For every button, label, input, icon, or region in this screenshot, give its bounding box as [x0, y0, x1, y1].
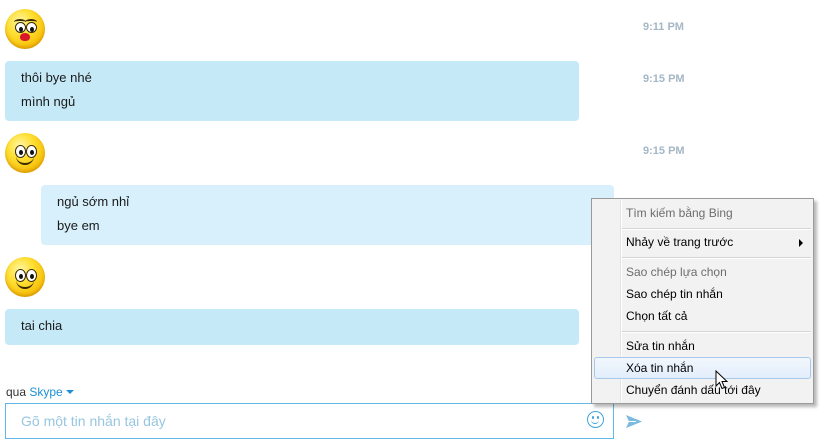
menu-separator: [622, 228, 811, 230]
menu-item-go-back[interactable]: Nhảy về trang trước: [594, 231, 811, 253]
menu-item-delete-message[interactable]: Xóa tin nhắn: [594, 357, 811, 379]
service-dropdown[interactable]: Skype: [29, 385, 74, 399]
via-prefix: qua: [6, 385, 27, 399]
message-line: mình ngủ: [21, 94, 76, 109]
mouse-cursor-icon: [715, 370, 729, 390]
menu-separator: [622, 331, 811, 333]
message-line: ngủ sớm nhỉ: [57, 194, 130, 209]
chevron-right-icon: [799, 239, 803, 247]
message-line: bye em: [57, 218, 100, 233]
via-service-selector: qua Skype: [6, 385, 74, 399]
message-timestamp: 9:15 PM: [643, 145, 685, 157]
menu-separator: [622, 257, 811, 259]
service-name: Skype: [29, 385, 63, 399]
message-bubble[interactable]: ngủ sớm nhỉ bye em: [41, 185, 614, 245]
menu-item-copy-selection[interactable]: Sao chép lựa chọn: [594, 261, 811, 283]
menu-item-move-marker[interactable]: Chuyển đánh dấu tới đây: [594, 379, 811, 401]
send-icon[interactable]: [625, 414, 643, 429]
chevron-down-icon: [65, 390, 74, 394]
message-bubble[interactable]: tai chia: [5, 309, 579, 345]
context-menu: Tìm kiếm bằng Bing Nhảy về trang trước S…: [591, 198, 814, 404]
message-timestamp: 9:15 PM: [643, 73, 685, 85]
smiley-icon[interactable]: [587, 411, 604, 428]
menu-item-search-bing[interactable]: Tìm kiếm bằng Bing: [594, 202, 811, 224]
message-bubble[interactable]: thôi bye nhé mình ngủ: [5, 61, 579, 121]
message-input[interactable]: Gõ một tin nhắn tại đây: [5, 403, 614, 439]
message-input-placeholder: Gõ một tin nhắn tại đây: [21, 413, 166, 429]
message-line: thôi bye nhé: [21, 70, 92, 85]
kiss-face-emoticon: [5, 9, 45, 49]
smile-face-emoticon: [5, 257, 45, 297]
menu-item-edit-message[interactable]: Sửa tin nhắn: [594, 335, 811, 357]
menu-item-label: Nhảy về trang trước: [626, 235, 734, 249]
message-line: tai chia: [21, 318, 63, 333]
menu-item-copy-message[interactable]: Sao chép tin nhắn: [594, 283, 811, 305]
menu-item-select-all[interactable]: Chọn tất cả: [594, 305, 811, 327]
smile-face-emoticon: [5, 133, 45, 173]
message-timestamp: 9:11 PM: [643, 21, 684, 33]
